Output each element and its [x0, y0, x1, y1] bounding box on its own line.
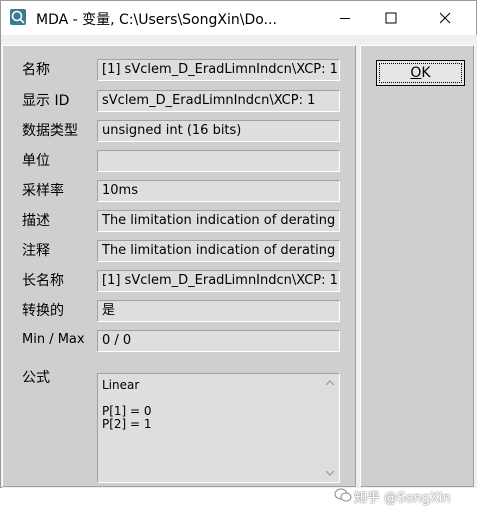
dialog-client-area: 名称 [1] sVclem_D_EradLimnIndcn\XCP: 1 显示 …	[2, 35, 477, 506]
maximize-icon	[385, 12, 397, 24]
wechat-watermark-icon	[334, 488, 352, 502]
properties-panel: 名称 [1] sVclem_D_EradLimnIndcn\XCP: 1 显示 …	[2, 45, 356, 487]
minimize-button[interactable]	[322, 1, 368, 35]
formula-label: 公式	[22, 370, 50, 386]
description-field[interactable]: The limitation indication of derating co…	[97, 210, 340, 232]
long-name-field[interactable]: [1] sVclem_D_EradLimnIndcn\XCP: 1	[97, 270, 340, 292]
watermark-text: 知乎 @SongXin	[354, 491, 451, 506]
scroll-down-arrow-icon[interactable]	[325, 469, 335, 477]
close-button[interactable]	[414, 1, 476, 35]
ok-button[interactable]: OK	[376, 60, 465, 86]
actions-panel: OK	[360, 45, 474, 487]
unit-field[interactable]	[97, 150, 340, 172]
formula-text: Linear P[1] = 0 P[2] = 1	[102, 378, 152, 431]
title-bar[interactable]: MDA - 变量, C:\Users\SongXin\Do...	[1, 1, 476, 35]
name-field[interactable]: [1] sVclem_D_EradLimnIndcn\XCP: 1	[97, 59, 340, 81]
maximize-button[interactable]	[368, 1, 414, 35]
mda-variable-window: MDA - 变量, C:\Users\SongXin\Do... 名称 [1] …	[0, 0, 477, 506]
formula-textarea[interactable]: Linear P[1] = 0 P[2] = 1	[97, 373, 340, 483]
comment-field[interactable]: The limitation indication of derating co…	[97, 240, 340, 262]
description-label: 描述	[22, 213, 50, 229]
unit-label: 单位	[22, 153, 50, 169]
sample-rate-field[interactable]: 10ms	[97, 180, 340, 202]
name-label: 名称	[22, 62, 50, 78]
converted-field[interactable]: 是	[97, 300, 340, 322]
comment-label: 注释	[22, 243, 50, 259]
ok-button-label: OK	[410, 65, 431, 81]
converted-label: 转换的	[22, 303, 64, 319]
formula-scrollbar[interactable]	[321, 374, 339, 482]
minimize-icon	[340, 18, 350, 19]
long-name-label: 长名称	[22, 273, 64, 289]
close-icon	[439, 12, 451, 24]
mda-app-icon	[10, 9, 26, 25]
display-id-field[interactable]: sVclem_D_EradLimnIndcn\XCP: 1	[97, 90, 340, 112]
min-max-label: Min / Max	[22, 332, 85, 347]
data-type-field[interactable]: unsigned int (16 bits)	[97, 120, 340, 142]
window-title: MDA - 变量, C:\Users\SongXin\Do...	[36, 12, 277, 28]
scroll-up-arrow-icon[interactable]	[325, 379, 335, 387]
display-id-label: 显示 ID	[22, 93, 70, 109]
data-type-label: 数据类型	[22, 123, 78, 139]
sample-rate-label: 采样率	[22, 183, 64, 199]
min-max-field[interactable]: 0 / 0	[97, 330, 340, 352]
